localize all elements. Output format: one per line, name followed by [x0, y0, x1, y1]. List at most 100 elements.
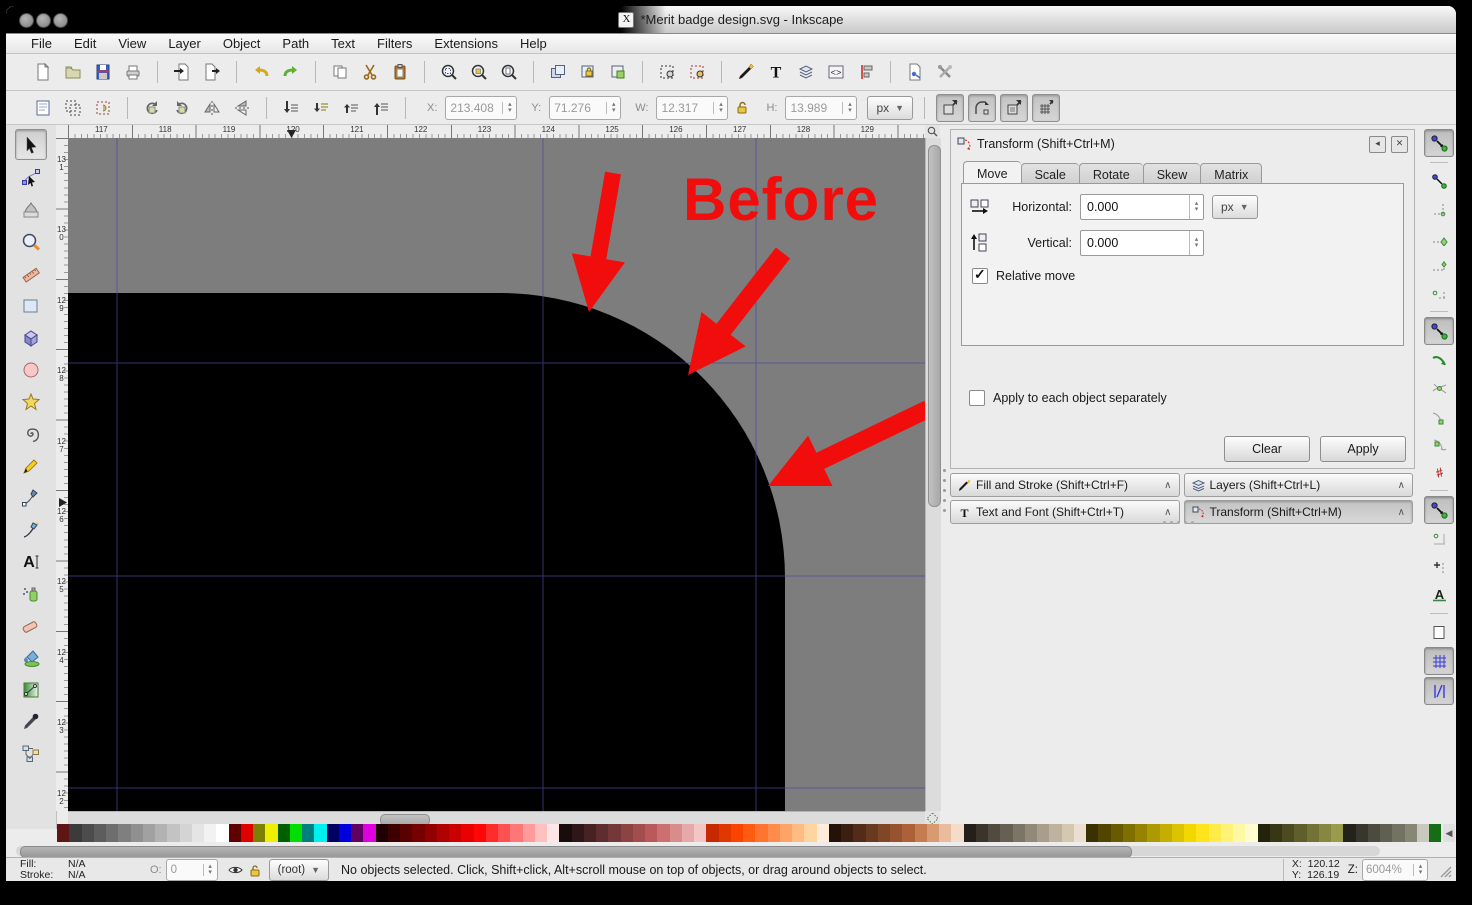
palette-swatch[interactable]: [241, 824, 253, 842]
palette-swatch[interactable]: [1062, 824, 1074, 842]
palette-swatch[interactable]: [1147, 824, 1159, 842]
ruler-zoom-corner-button[interactable]: [925, 125, 940, 139]
palette-swatch[interactable]: [768, 824, 780, 842]
palette-swatch[interactable]: [1331, 824, 1343, 842]
palette-swatch[interactable]: [829, 824, 841, 842]
palette-swatch[interactable]: [853, 824, 865, 842]
palette-swatch[interactable]: [1356, 824, 1368, 842]
palette-swatch[interactable]: [988, 824, 1000, 842]
print-button[interactable]: [120, 59, 146, 85]
palette-swatch[interactable]: [951, 824, 963, 842]
palette-swatch[interactable]: [1429, 824, 1441, 842]
clear-button[interactable]: Clear: [1224, 436, 1310, 462]
palette-swatch[interactable]: [449, 824, 461, 842]
palette-swatch[interactable]: [804, 824, 816, 842]
palette-swatch[interactable]: [118, 824, 130, 842]
dock-resize-grip[interactable]: [942, 463, 947, 518]
palette-swatch[interactable]: [498, 824, 510, 842]
menu-extensions[interactable]: Extensions: [423, 36, 509, 51]
paste-button[interactable]: [387, 59, 413, 85]
palette-swatch[interactable]: [167, 824, 179, 842]
palette-swatch[interactable]: [878, 824, 890, 842]
zoom-selection-button[interactable]: [436, 59, 462, 85]
snap-other-points-button[interactable]: [1424, 496, 1454, 524]
palette-swatch[interactable]: [596, 824, 608, 842]
palette-swatch[interactable]: [69, 824, 81, 842]
dock-drag-handle[interactable]: [1163, 521, 1194, 524]
snap-object-centers-button[interactable]: [1425, 526, 1453, 552]
enable-snapping-button[interactable]: [1424, 129, 1454, 157]
palette-swatch[interactable]: [1245, 824, 1257, 842]
tweak-tool[interactable]: [16, 195, 46, 224]
palette-swatch[interactable]: [1123, 824, 1135, 842]
snap-page-border-button[interactable]: [1425, 619, 1453, 645]
snap-text-baselines-button[interactable]: A: [1425, 582, 1453, 608]
transform-units-dropdown[interactable]: px▼: [1212, 195, 1258, 219]
units-dropdown[interactable]: px▼: [867, 96, 913, 120]
zoom-drawing-button[interactable]: [466, 59, 492, 85]
palette-swatch[interactable]: [302, 824, 314, 842]
menu-file[interactable]: File: [20, 36, 63, 51]
dock-close-button[interactable]: ✕: [1391, 136, 1408, 153]
palette-swatch[interactable]: [755, 824, 767, 842]
palette-swatch[interactable]: [363, 824, 375, 842]
select-all-button[interactable]: [30, 95, 56, 121]
palette-swatch[interactable]: [290, 824, 302, 842]
undo-button[interactable]: [248, 59, 274, 85]
palette-swatch[interactable]: [694, 824, 706, 842]
horizontal-spinner[interactable]: ▴▾: [1189, 195, 1203, 219]
menu-edit[interactable]: Edit: [63, 36, 107, 51]
palette-swatch[interactable]: [645, 824, 657, 842]
group-objects-button[interactable]: [684, 59, 710, 85]
palette-swatch[interactable]: [1135, 824, 1147, 842]
y-spinner[interactable]: ▴▾: [606, 102, 620, 114]
palette-swatch[interactable]: [964, 824, 976, 842]
palette-swatch[interactable]: [1270, 824, 1282, 842]
palette-swatch[interactable]: [1307, 824, 1319, 842]
palette-swatch[interactable]: [376, 824, 388, 842]
menu-help[interactable]: Help: [509, 36, 558, 51]
palette-swatch[interactable]: [866, 824, 878, 842]
layers-dialog-button[interactable]: [793, 59, 819, 85]
connector-tool[interactable]: [16, 739, 46, 768]
palette-swatch[interactable]: [841, 824, 853, 842]
palette-swatch[interactable]: [265, 824, 277, 842]
snap-guides-button[interactable]: [1424, 677, 1454, 705]
zoom-field[interactable]: ▴▾: [1362, 859, 1428, 881]
relative-move-checkbox[interactable]: Relative move: [972, 268, 1403, 284]
menu-text[interactable]: Text: [320, 36, 366, 51]
h-spinner[interactable]: ▴▾: [842, 102, 856, 114]
opacity-field[interactable]: ▴▾: [166, 859, 218, 881]
palette-swatch[interactable]: [657, 824, 669, 842]
pen-tool[interactable]: [16, 483, 46, 512]
palette-swatch[interactable]: [608, 824, 620, 842]
title-bar[interactable]: X *Merit badge design.svg - Inkscape: [6, 6, 1456, 34]
pencil-tool[interactable]: [16, 451, 46, 480]
y-field[interactable]: ▴▾: [549, 96, 621, 120]
palette-swatch[interactable]: [400, 824, 412, 842]
snap-bounding-box-button[interactable]: [1425, 168, 1453, 194]
x-field[interactable]: ▴▾: [445, 96, 517, 120]
palette-swatch[interactable]: [890, 824, 902, 842]
palette-swatch[interactable]: [1049, 824, 1061, 842]
horizontal-input[interactable]: ▴▾: [1080, 194, 1204, 220]
palette-swatch[interactable]: [1221, 824, 1233, 842]
snap-to-paths-button[interactable]: [1425, 347, 1453, 373]
node-editor-tool[interactable]: [16, 163, 46, 192]
vertical-spinner[interactable]: ▴▾: [1189, 231, 1203, 255]
cut-button[interactable]: [357, 59, 383, 85]
palette-swatch[interactable]: [1258, 824, 1270, 842]
palette-swatch[interactable]: [253, 824, 265, 842]
palette-swatch[interactable]: [155, 824, 167, 842]
new-document-button[interactable]: [30, 59, 56, 85]
palette-swatch[interactable]: [327, 824, 339, 842]
redo-button[interactable]: [278, 59, 304, 85]
snap-path-intersections-button[interactable]: [1425, 375, 1453, 401]
w-spinner[interactable]: ▴▾: [713, 102, 727, 114]
menu-object[interactable]: Object: [212, 36, 272, 51]
palette-swatch[interactable]: [204, 824, 216, 842]
vertical-scrollbar-thumb[interactable]: [928, 145, 941, 507]
palette-swatch[interactable]: [1343, 824, 1355, 842]
opacity-spinner[interactable]: ▴▾: [203, 864, 217, 876]
snap-grids-button[interactable]: [1424, 647, 1454, 675]
